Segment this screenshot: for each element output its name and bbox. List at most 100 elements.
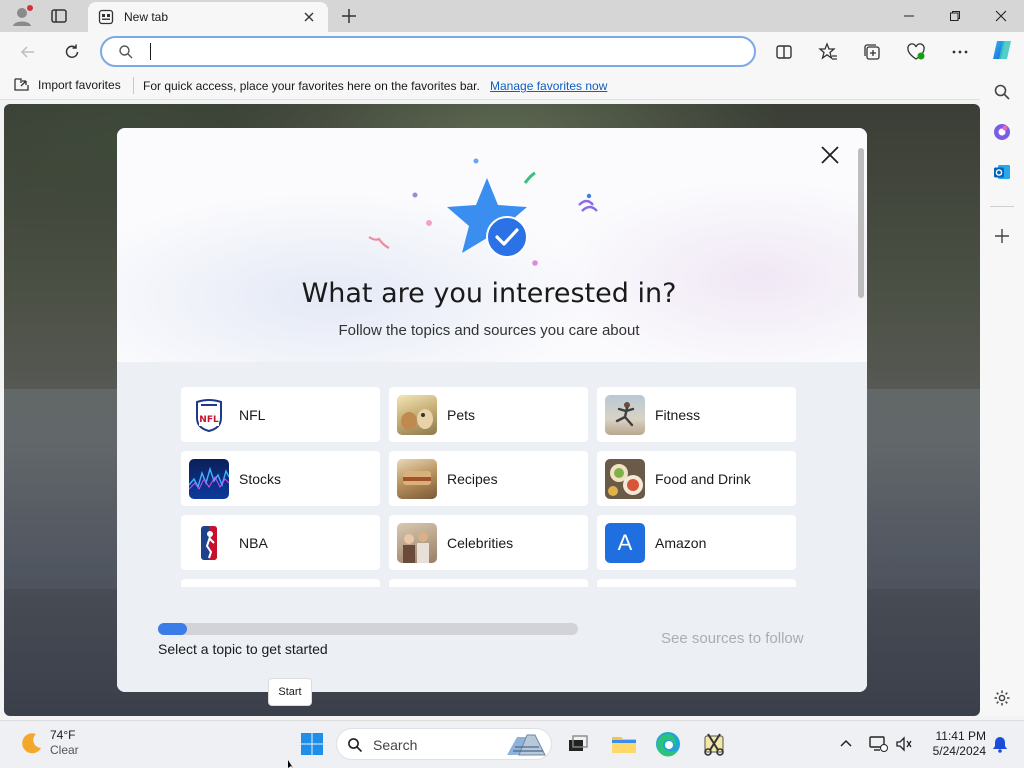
edge-icon[interactable] (652, 728, 684, 760)
recipes-photo (397, 458, 437, 499)
restore-icon[interactable] (932, 0, 978, 32)
notifications-bell-icon[interactable] (984, 728, 1016, 760)
snipping-app-icon[interactable] (698, 728, 730, 760)
progress-track (158, 623, 578, 635)
new-tab-page-icon (98, 9, 114, 25)
dialog-subtitle: Follow the topics and sources you care a… (338, 322, 640, 339)
star-check-illustration (357, 153, 617, 273)
manage-favorites-link[interactable]: Manage favorites now (490, 79, 607, 93)
sidebar-copilot-app-icon[interactable] (990, 120, 1014, 144)
profile-icon[interactable] (10, 5, 34, 27)
weather-widget[interactable]: 74°F Clear (18, 728, 79, 758)
topic-label: Food and Drink (655, 470, 751, 487)
more-options-icon[interactable] (948, 40, 972, 64)
topic-label: Celebrities (447, 534, 514, 551)
tab-title: New tab (124, 10, 169, 24)
moon-icon (22, 733, 41, 754)
celebrities-photo (397, 522, 437, 563)
volume-muted-icon[interactable] (888, 728, 920, 760)
topic-card-amazon[interactable]: A Amazon (597, 515, 796, 570)
topic-card-pets[interactable]: Pets (389, 387, 588, 442)
clock[interactable]: 11:41 PM 5/24/2024 (922, 729, 986, 759)
search-icon (118, 44, 134, 60)
search-highlight-icon (507, 734, 546, 756)
browser-essentials-icon[interactable] (904, 40, 928, 64)
windows-icon (301, 733, 323, 755)
nba-logo-icon (189, 522, 229, 563)
edge-sidebar (980, 72, 1024, 716)
see-sources-button[interactable]: See sources to follow (661, 630, 804, 647)
close-dialog-button[interactable] (817, 142, 843, 168)
nfl-logo-icon: NFL (189, 394, 229, 435)
task-view-icon[interactable] (562, 728, 594, 760)
close-window-icon[interactable] (978, 0, 1024, 32)
close-tab-icon[interactable] (302, 10, 316, 24)
dialog-scrollbar[interactable] (858, 148, 864, 298)
show-hidden-icons[interactable] (830, 728, 862, 760)
back-icon[interactable] (16, 40, 40, 64)
tab-actions-icon[interactable] (50, 7, 68, 25)
topic-card-recipes[interactable]: Recipes (389, 451, 588, 506)
clock-date: 5/24/2024 (932, 744, 986, 758)
sidebar-search-icon[interactable] (990, 80, 1014, 104)
file-explorer-icon[interactable] (608, 728, 640, 760)
stocks-photo (189, 458, 229, 499)
sidebar-divider (990, 206, 1014, 207)
progress-fill (158, 623, 187, 635)
refresh-icon[interactable] (60, 40, 84, 64)
sidebar-settings-icon[interactable] (990, 686, 1014, 710)
favorites-bar-message: For quick access, place your favorites h… (143, 79, 480, 93)
progress-text: Select a topic to get started (158, 641, 328, 657)
amazon-icon: A (605, 522, 645, 563)
svg-text:NFL: NFL (199, 415, 219, 425)
topic-card-partial[interactable] (597, 579, 796, 587)
new-tab-icon[interactable] (340, 7, 358, 25)
copilot-icon[interactable] (990, 38, 1014, 62)
weather-temp: 74°F (50, 728, 76, 742)
start-tooltip: Start (268, 678, 312, 706)
start-button[interactable] (296, 728, 328, 760)
topic-card-partial[interactable] (389, 579, 588, 587)
topic-label: Fitness (655, 406, 701, 423)
tab-new-tab[interactable]: New tab (88, 2, 328, 32)
mouse-cursor (288, 760, 296, 768)
dialog-title: What are you interested in? (301, 278, 677, 309)
topic-card-celebrities[interactable]: Celebrities (389, 515, 588, 570)
interests-dialog: What are you interested in? Follow the t… (117, 128, 867, 692)
sidebar-add-icon[interactable] (990, 224, 1014, 248)
topic-label: Recipes (447, 470, 498, 487)
topic-card-stocks[interactable]: Stocks (181, 451, 380, 506)
topic-label: Amazon (655, 534, 707, 551)
address-bar[interactable] (100, 36, 756, 67)
minimize-icon[interactable] (886, 0, 932, 32)
weather-condition: Clear (50, 743, 79, 757)
topic-card-nba[interactable]: NBA (181, 515, 380, 570)
topic-label: Stocks (239, 470, 282, 487)
dialog-header: What are you interested in? Follow the t… (117, 128, 867, 362)
import-favorites-button[interactable]: Import favorites (13, 77, 121, 93)
collections-icon[interactable] (860, 40, 884, 64)
topic-card-fitness[interactable]: Fitness (597, 387, 796, 442)
food-photo (605, 458, 645, 499)
taskbar-search-icon (348, 738, 363, 753)
taskbar-search[interactable]: Search (336, 728, 552, 760)
text-caret (150, 43, 151, 60)
topic-label: Pets (447, 406, 476, 423)
topic-card-nfl[interactable]: NFL NFL (181, 387, 380, 442)
topic-card-partial[interactable] (181, 579, 380, 587)
pets-photo (397, 394, 437, 435)
import-favorites-icon (14, 78, 29, 91)
split-screen-icon[interactable] (772, 40, 796, 64)
favorites-bar: Import favorites For quick access, place… (0, 72, 1024, 100)
sidebar-outlook-icon[interactable] (990, 160, 1014, 184)
topic-card-food-and-drink[interactable]: Food and Drink (597, 451, 796, 506)
favorites-icon[interactable] (816, 40, 840, 64)
topic-label: NBA (239, 534, 268, 551)
amazon-letter: A (617, 529, 633, 555)
fitness-photo (605, 394, 645, 435)
topic-label: NFL (239, 406, 266, 423)
close-icon (821, 146, 839, 164)
tab-strip: New tab (0, 0, 1024, 32)
clock-time: 11:41 PM (935, 729, 986, 743)
taskbar-search-label: Search (373, 737, 418, 753)
